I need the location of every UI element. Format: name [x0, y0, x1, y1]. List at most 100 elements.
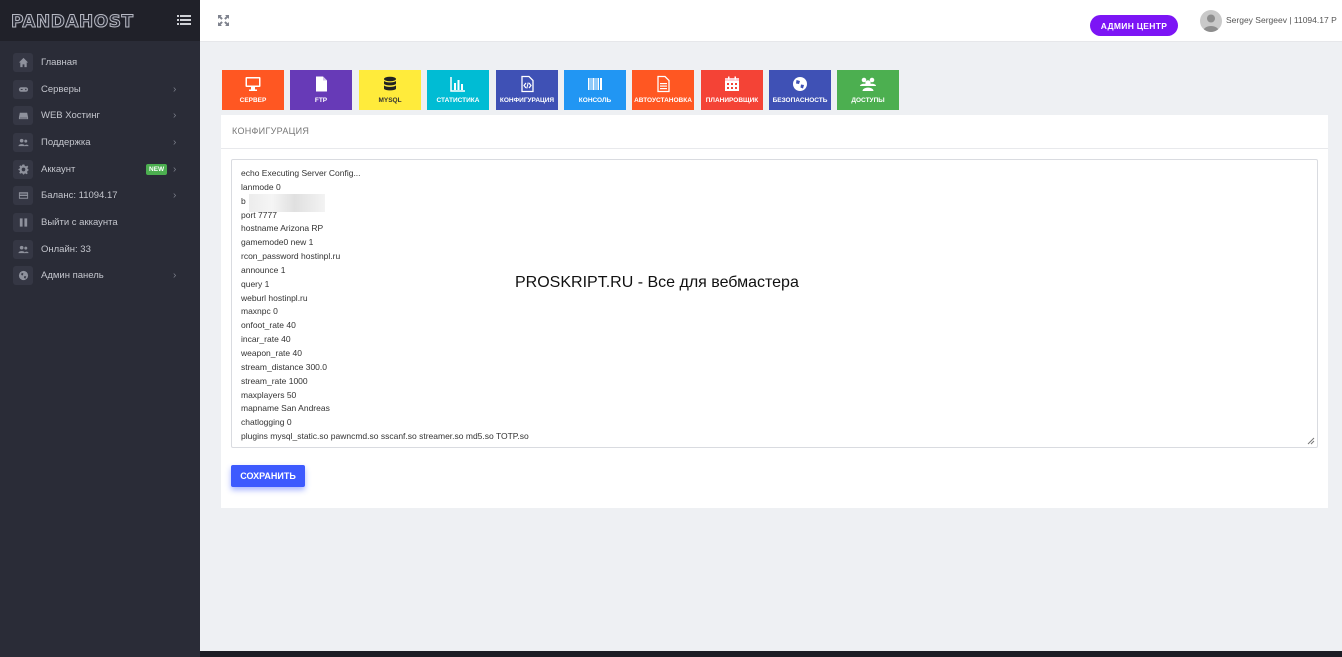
server-icon [13, 106, 33, 126]
tab-label: СЕРВЕР [239, 97, 267, 104]
sidebar-item-online: Онлайн: 33 [0, 236, 200, 263]
panel-title: КОНФИГУРАЦИЯ [232, 126, 310, 136]
sidebar-item-logout[interactable]: Выйти с аккаунта [0, 209, 200, 236]
avatar[interactable] [1200, 10, 1222, 32]
config-line: chatlogging 0 [241, 417, 292, 428]
tab-statistics[interactable]: СТАТИСТИКА [427, 70, 489, 110]
config-line: weburl hostinpl.ru [241, 292, 308, 303]
config-line: mapname San Andreas [241, 403, 330, 414]
config-line: query 1 [241, 278, 270, 289]
tab-label: КОНФИГУРАЦИЯ [499, 97, 555, 104]
tab-autoinstall[interactable]: АВТОУСТАНОВКА [632, 70, 694, 110]
sidebar-item-balance[interactable]: Баланс: 11094.17 › [0, 182, 200, 209]
sidebar-item-label: Главная [41, 56, 78, 68]
sidebar-item-home[interactable]: Главная [0, 49, 200, 76]
gamepad-icon [13, 79, 33, 99]
tab-label: БЕЗОПАСНОСТЬ [772, 97, 828, 104]
sidebar-item-label: Серверы [41, 83, 81, 95]
sidebar-item-label: Онлайн: 33 [41, 243, 91, 255]
config-line: maxplayers 50 [241, 389, 297, 400]
monitor-icon [245, 77, 261, 91]
chevron-right-icon: › [173, 270, 177, 282]
sidebar-item-label: Админ панель [41, 270, 104, 282]
config-line: plugins mysql_static.so pawncmd.so sscan… [241, 431, 529, 442]
config-line: hostname Arizona RP [241, 223, 324, 234]
watermark-text: PROSKRIPT.RU - Все для вебмастера [515, 274, 799, 291]
globe-icon [793, 77, 807, 91]
config-line: stream_distance 300.0 [241, 361, 327, 372]
pause-icon [13, 212, 33, 232]
sidebar-item-label: Аккаунт [41, 163, 76, 175]
bottom-strip [200, 651, 1342, 657]
chevron-right-icon: › [173, 136, 177, 148]
calendar-icon [725, 76, 739, 91]
gear-icon [13, 159, 33, 179]
database-icon [384, 76, 396, 91]
topbar: АДМИН ЦЕНТР Sergey Sergeev | 11094.17 Р [200, 0, 1342, 42]
logo-bar: PANDAHOST [0, 0, 200, 41]
redacted-area [249, 194, 325, 212]
tab-label: СТАТИСТИКА [436, 97, 480, 104]
tab-label: MYSQL [378, 97, 402, 104]
code-file-icon [521, 75, 534, 93]
sidebar-item-web-hosting[interactable]: WEB Хостинг › [0, 102, 200, 129]
sidebar-item-support[interactable]: Поддержка › [0, 129, 200, 156]
config-line: incar_rate 40 [241, 334, 291, 345]
config-line: stream_rate 1000 [241, 375, 308, 386]
tab-console[interactable]: КОНСОЛЬ [564, 70, 626, 110]
users-icon [13, 132, 33, 152]
tab-label: КОНСОЛЬ [578, 97, 612, 104]
config-line: maxnpc 0 [241, 306, 278, 317]
tab-label: ПЛАНИРОВЩИК [705, 97, 759, 104]
brand-logo[interactable]: PANDAHOST [11, 12, 134, 33]
barcode-icon [588, 78, 602, 90]
tab-label: FTP [314, 97, 328, 104]
save-button[interactable]: СОХРАНИТЬ [231, 465, 305, 487]
sidebar-nav: Главная Серверы › WEB Хостинг › Поддержк… [0, 41, 200, 289]
tab-label: ДОСТУПЫ [851, 97, 885, 104]
resize-handle-icon[interactable] [1307, 437, 1315, 445]
chevron-right-icon: › [173, 190, 177, 202]
document-icon [657, 75, 670, 93]
home-icon [13, 52, 33, 72]
new-badge: NEW [146, 163, 168, 175]
config-line: rcon_password hostinpl.ru [241, 251, 341, 262]
sidebar-item-label: Выйти с аккаунта [41, 216, 118, 228]
chevron-right-icon: › [173, 163, 177, 175]
sidebar-item-admin-panel[interactable]: Админ панель › [0, 263, 200, 290]
sidebar: PANDAHOST Главная Серверы › WEB Хостинг … [0, 0, 200, 657]
sidebar-item-account[interactable]: Аккаунт NEW › [0, 156, 200, 183]
sidebar-item-servers[interactable]: Серверы › [0, 76, 200, 103]
sidebar-item-label: Баланс: 11094.17 [41, 190, 118, 202]
fullscreen-icon[interactable] [217, 14, 230, 27]
tab-security[interactable]: БЕЗОПАСНОСТЬ [769, 70, 831, 110]
menu-toggle-icon[interactable] [177, 14, 191, 26]
tab-server[interactable]: СЕРВЕР [222, 70, 284, 110]
sidebar-item-label: WEB Хостинг [41, 110, 100, 122]
divider [221, 148, 1328, 149]
tab-mysql[interactable]: MYSQL [359, 70, 421, 110]
bar-chart-icon [450, 77, 465, 92]
users-icon [860, 77, 876, 91]
config-textarea[interactable]: echo Executing Server Config... lanmode 0… [231, 159, 1318, 448]
tab-ftp[interactable]: FTP [290, 70, 352, 110]
config-line: echo Executing Server Config... [241, 168, 361, 178]
user-name[interactable]: Sergey Sergeev | 11094.17 Р [1226, 15, 1337, 25]
users-icon [13, 239, 33, 259]
config-line: announce 1 [241, 264, 286, 275]
tab-scheduler[interactable]: ПЛАНИРОВЩИК [701, 70, 763, 110]
config-panel: КОНФИГУРАЦИЯ echo Executing Server Confi… [221, 115, 1328, 508]
chevron-right-icon: › [173, 110, 177, 122]
globe-icon [13, 266, 33, 286]
tab-access[interactable]: ДОСТУПЫ [837, 70, 899, 110]
credit-card-icon [13, 186, 33, 206]
sidebar-item-label: Поддержка [41, 136, 91, 148]
config-line: gamemode0 new 1 [241, 237, 314, 248]
admin-center-button[interactable]: АДМИН ЦЕНТР [1090, 15, 1178, 36]
chevron-right-icon: › [173, 83, 177, 95]
tab-configuration[interactable]: КОНФИГУРАЦИЯ [496, 70, 558, 110]
config-line: onfoot_rate 40 [241, 320, 296, 331]
config-line: weapon_rate 40 [241, 347, 302, 358]
config-line: lanmode 0 [241, 181, 281, 192]
tab-label: АВТОУСТАНОВКА [634, 97, 692, 104]
